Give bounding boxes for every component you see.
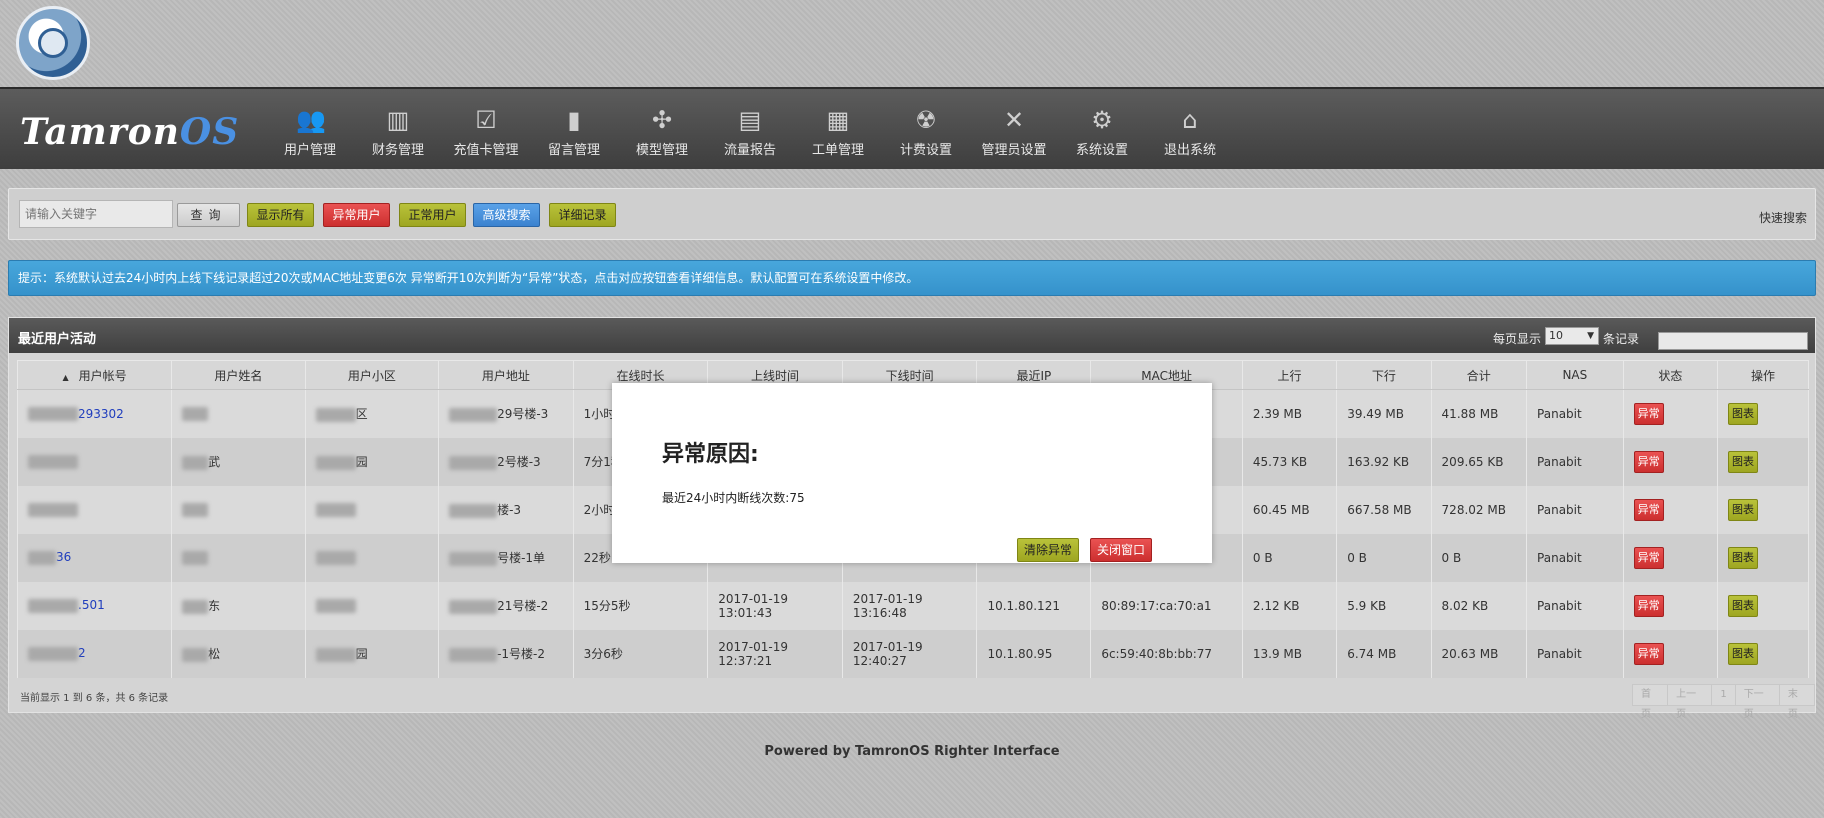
modal-message: 最近24小时内断线次数:75 [662,491,805,505]
clear-abnormal-button[interactable]: 清除异常 [1017,538,1080,562]
modal-title: 异常原因: [662,442,759,467]
modal-overlay: 异常原因: 最近24小时内断线次数:75 清除异常 关闭窗口 [0,0,1824,818]
close-window-button[interactable]: 关闭窗口 [1090,538,1153,562]
abnormal-reason-modal: 异常原因: 最近24小时内断线次数:75 清除异常 关闭窗口 [612,383,1212,563]
